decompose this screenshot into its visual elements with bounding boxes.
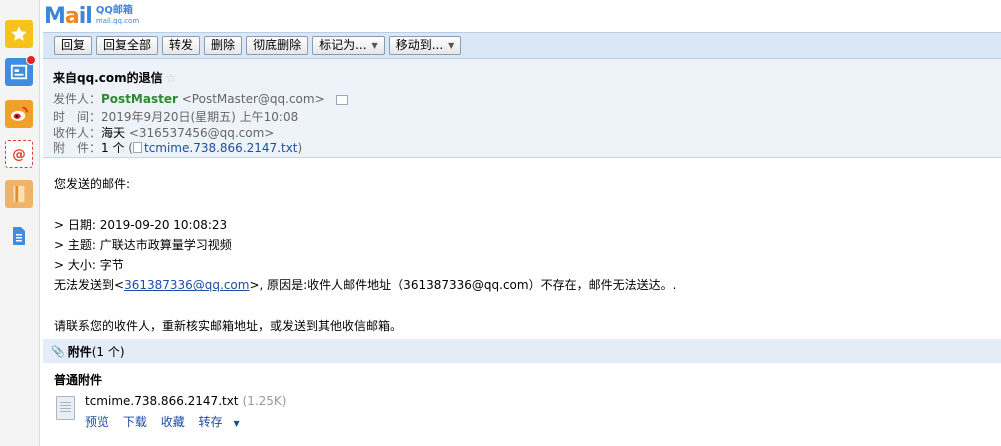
mail-subject: 来自qq.com的退信 ☆ bbox=[53, 71, 177, 85]
preview-link[interactable]: 预览 bbox=[85, 415, 109, 429]
attachments-bar: 📎 附件 (1 个) bbox=[43, 339, 1001, 363]
time-row: 时 间：2019年9月20日(星期五) 上午10:08 bbox=[53, 110, 299, 124]
attachment-file-name[interactable]: tcmime.738.866.2147.txt bbox=[85, 394, 239, 408]
reply-all-button[interactable]: 回复全部 bbox=[96, 36, 159, 55]
from-row: 发件人：PostMaster <PostMaster@qq.com> bbox=[53, 90, 349, 107]
paperclip-icon: 📎 bbox=[51, 344, 65, 358]
app-rail: @ bbox=[0, 0, 40, 446]
notification-dot bbox=[26, 55, 36, 65]
move-to-dropdown[interactable]: 移动到... ▼ bbox=[388, 36, 462, 55]
file-icon bbox=[132, 142, 142, 153]
chevron-down-icon: ▼ bbox=[233, 419, 240, 428]
notebook-icon[interactable] bbox=[5, 180, 33, 208]
contact-card-icon[interactable] bbox=[336, 94, 349, 105]
attachment-row: 附 件：1 个 (tcmime.738.866.2147.txt) bbox=[53, 141, 303, 155]
logo-wordmark: Mail bbox=[44, 3, 93, 29]
svg-text:@: @ bbox=[12, 147, 26, 163]
attachment-file: tcmime.738.866.2147.txt (1.25K) bbox=[85, 394, 287, 408]
failure-message: 无法发送到<361387336@qq.com>, 原因是:收件人邮件地址（361… bbox=[54, 278, 677, 293]
at-mail-icon[interactable]: @ bbox=[5, 140, 33, 168]
delete-permanent-button[interactable]: 彻底删除 bbox=[246, 36, 309, 55]
star-icon[interactable] bbox=[5, 20, 33, 48]
mark-as-dropdown[interactable]: 标记为... ▼ bbox=[312, 36, 385, 55]
favorite-link[interactable]: 收藏 bbox=[161, 415, 185, 429]
sender-email: <PostMaster@qq.com> bbox=[181, 92, 325, 106]
mail-body: 您发送的邮件: > 日期: 2019-09-20 10:08:23 > 主题: … bbox=[54, 177, 677, 334]
star-outline-icon[interactable]: ☆ bbox=[166, 71, 177, 85]
delete-button[interactable]: 删除 bbox=[204, 36, 243, 55]
failed-address-link[interactable]: 361387336@qq.com bbox=[124, 278, 249, 292]
mail-toolbar: 回复 回复全部 转发 删除 彻底删除 标记为... ▼ 移动到... ▼ bbox=[43, 32, 1001, 59]
download-link[interactable]: 下载 bbox=[123, 415, 147, 429]
chevron-down-icon: ▼ bbox=[448, 41, 455, 50]
reply-button[interactable]: 回复 bbox=[54, 36, 93, 55]
weibo-icon[interactable] bbox=[5, 100, 33, 128]
chevron-down-icon: ▼ bbox=[371, 41, 378, 50]
txt-file-icon[interactable] bbox=[56, 396, 75, 420]
logo-subtitle: QQ邮箱 mail.qq.com bbox=[95, 5, 140, 26]
forward-button[interactable]: 转发 bbox=[162, 36, 201, 55]
document-icon[interactable] bbox=[5, 222, 33, 250]
sender-name[interactable]: PostMaster bbox=[101, 92, 178, 106]
calendar-app-icon[interactable] bbox=[5, 55, 36, 86]
recipient-email: <316537456@qq.com> bbox=[128, 126, 275, 140]
qq-mail-logo[interactable]: Mail QQ邮箱 mail.qq.com bbox=[44, 3, 140, 29]
mail-header: 来自qq.com的退信 ☆ 发件人：PostMaster <PostMaster@… bbox=[43, 59, 1001, 158]
attachment-actions: 预览 下载 收藏 转存 ▼ bbox=[85, 413, 260, 430]
recipient-name[interactable]: 海天 bbox=[101, 126, 125, 140]
save-to-dropdown[interactable]: 转存 ▼ bbox=[199, 415, 250, 429]
attachment-section-title: 普通附件 bbox=[54, 373, 103, 387]
header-attachment-link[interactable]: tcmime.738.866.2147.txt bbox=[144, 141, 298, 155]
